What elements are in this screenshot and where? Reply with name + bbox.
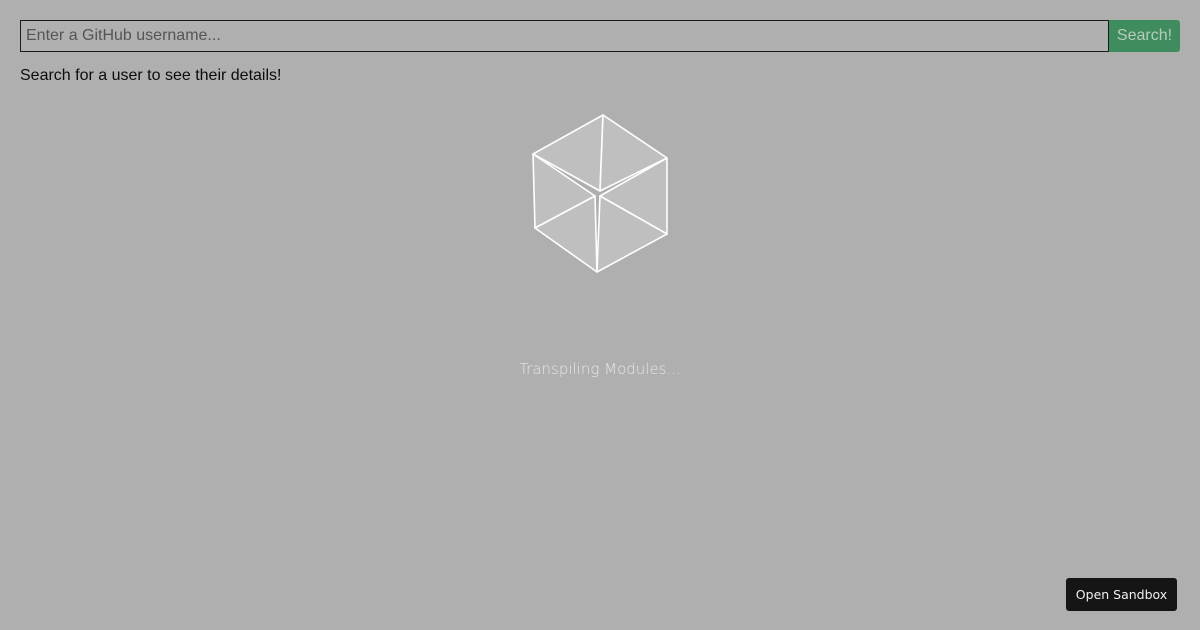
page: Search! Search for a user to see their d… [0, 0, 1200, 630]
search-bar: Search! [20, 20, 1180, 52]
username-search-input[interactable] [20, 20, 1109, 52]
loading-indicator [528, 112, 672, 276]
cube-icon [532, 114, 668, 273]
search-hint-text: Search for a user to see their details! [20, 67, 282, 84]
loading-status-text: Transpiling Modules... [519, 360, 681, 378]
open-sandbox-button[interactable]: Open Sandbox [1066, 578, 1177, 611]
search-button[interactable]: Search! [1109, 20, 1180, 52]
